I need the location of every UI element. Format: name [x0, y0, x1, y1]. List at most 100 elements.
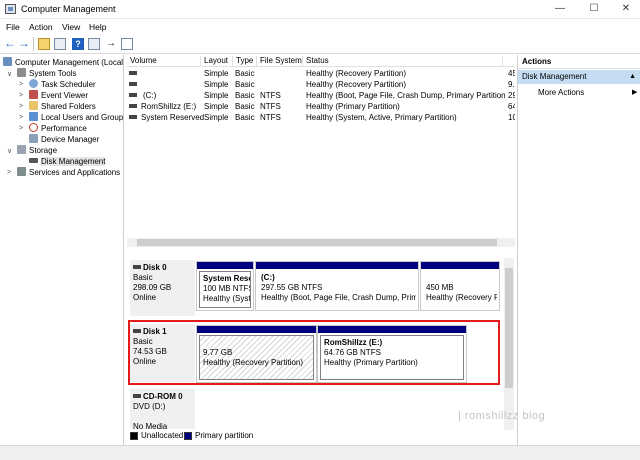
cell-status: Healthy (Recovery Partition)	[306, 69, 407, 78]
status-bar	[0, 445, 640, 460]
chevron-right-icon[interactable]: >	[7, 169, 11, 176]
performance-icon	[29, 123, 38, 132]
partition-size: 450 MB	[426, 283, 454, 292]
cell-type: Basic	[235, 80, 255, 89]
cell-volume: (C:)	[143, 91, 157, 100]
watermark: | romshillzz blog	[458, 410, 546, 422]
table-row[interactable]: RomShillzz (E:) Simple Basic NTFS Health…	[127, 102, 515, 113]
cdrom-0-info[interactable]: CD-ROM 0 DVD (D:) No Media	[130, 389, 195, 431]
console-tree-icon[interactable]	[54, 38, 66, 50]
disk-0-info[interactable]: Disk 0 Basic 298.09 GB Online	[130, 260, 195, 316]
cell-type: Basic	[235, 102, 255, 111]
partition-name: (C:)	[261, 273, 275, 282]
chevron-right-icon[interactable]: >	[19, 92, 23, 99]
table-row[interactable]: Simple Basic Healthy (Recovery Partition…	[127, 80, 515, 91]
cell-type: Basic	[235, 69, 255, 78]
window-title: Computer Management	[21, 4, 116, 14]
table-row[interactable]: System Reserved Simple Basic NTFS Health…	[127, 113, 515, 124]
properties-icon[interactable]	[88, 38, 100, 50]
tree-root[interactable]: Computer Management (Local	[3, 57, 123, 68]
chevron-down-icon[interactable]: ∨	[7, 147, 12, 155]
column-status[interactable]: Status	[303, 56, 503, 67]
volume-icon	[129, 102, 140, 111]
tree-device-manager[interactable]: Device Manager	[29, 134, 99, 145]
horizontal-scrollbar[interactable]	[127, 238, 515, 247]
actions-header: Actions	[518, 55, 640, 69]
tree-event-viewer[interactable]: Event Viewer	[29, 90, 88, 101]
maximize-button[interactable]: ☐	[580, 0, 608, 19]
partition-size: 297.55 GB NTFS	[261, 283, 323, 292]
tree-local-users[interactable]: Local Users and Groups	[29, 112, 123, 123]
column-type[interactable]: Type	[233, 56, 257, 67]
disk-type: DVD (D:)	[133, 402, 166, 411]
disk-icon	[29, 158, 38, 163]
cell-file-system: NTFS	[260, 91, 281, 100]
minimize-button[interactable]: —	[546, 0, 574, 19]
scrollbar-thumb[interactable]	[505, 268, 513, 388]
actions-section-disk-management[interactable]: Disk Management ▲	[518, 70, 640, 84]
vertical-scrollbar[interactable]	[504, 258, 514, 430]
chevron-right-icon[interactable]: >	[19, 81, 23, 88]
partition-status: Healthy (Boot, Page File, Crash Dump, Pr…	[261, 293, 416, 302]
cell-status: Healthy (Boot, Page File, Crash Dump, Pr…	[306, 91, 506, 100]
volume-icon	[129, 69, 140, 78]
menu-file[interactable]: File	[6, 22, 20, 32]
tree-disk-management[interactable]: Disk Management	[29, 156, 106, 167]
close-button[interactable]: ✕	[612, 0, 640, 19]
chevron-right-icon[interactable]: >	[19, 114, 23, 121]
more-actions-link[interactable]: More Actions	[538, 88, 584, 97]
services-icon	[17, 167, 26, 176]
back-arrow-icon[interactable]: ←	[4, 37, 16, 50]
scrollbar-thumb[interactable]	[137, 239, 497, 246]
volume-list: Volume Layout Type File System Status Si…	[127, 55, 515, 245]
partition-c[interactable]: (C:) 297.55 GB NTFS Healthy (Boot, Page …	[255, 261, 419, 311]
cell-capacity: 64	[508, 102, 515, 111]
help-icon[interactable]: ?	[72, 38, 84, 50]
chevron-right-icon[interactable]: >	[19, 103, 23, 110]
tree-storage[interactable]: Storage	[17, 145, 57, 156]
chevron-right-icon[interactable]: ▶	[632, 88, 637, 96]
export-list-icon[interactable]	[121, 38, 133, 50]
cell-type: Basic	[235, 113, 255, 122]
menu-view[interactable]: View	[62, 22, 80, 32]
disk-size: 298.09 GB	[133, 283, 172, 292]
legend: Unallocated Primary partition	[127, 430, 515, 442]
chevron-down-icon[interactable]: ∨	[7, 70, 12, 78]
column-file-system[interactable]: File System	[257, 56, 303, 67]
tree-services[interactable]: Services and Applications	[17, 167, 120, 178]
cell-status: Healthy (Recovery Partition)	[306, 80, 407, 89]
table-row[interactable]: (C:) Simple Basic NTFS Healthy (Boot, Pa…	[127, 91, 515, 102]
menu-action[interactable]: Action	[29, 22, 53, 32]
chevron-right-icon[interactable]: >	[19, 125, 23, 132]
disk-icon	[133, 265, 141, 269]
unallocated-swatch	[130, 432, 138, 440]
partition-system-reserved[interactable]: System Reser 100 MB NTFS Healthy (Syster	[196, 261, 254, 311]
console-tree: Computer Management (Local ∨ System Tool…	[0, 55, 124, 445]
partition-status: Healthy (Recovery P	[426, 293, 497, 302]
forward-arrow-icon[interactable]: →	[18, 37, 30, 50]
tree-system-tools[interactable]: System Tools	[17, 68, 76, 79]
tree-task-scheduler[interactable]: Task Scheduler	[29, 79, 96, 90]
cell-file-system: NTFS	[260, 102, 281, 111]
partition-status: Healthy (Syster	[203, 294, 251, 303]
menu-help[interactable]: Help	[89, 22, 106, 32]
up-folder-icon[interactable]	[38, 38, 50, 50]
cell-file-system: NTFS	[260, 113, 281, 122]
table-row[interactable]: Simple Basic Healthy (Recovery Partition…	[127, 69, 515, 80]
clock-icon	[29, 79, 38, 88]
partition-bar	[256, 262, 418, 269]
partition-recovery-disk0[interactable]: 450 MB Healthy (Recovery P	[420, 261, 500, 311]
volume-icon	[129, 113, 140, 122]
tree-shared-folders[interactable]: Shared Folders	[29, 101, 96, 112]
chevron-up-icon[interactable]: ▲	[629, 70, 636, 84]
tools-icon	[17, 68, 26, 77]
cell-volume: System Reserved	[141, 113, 205, 122]
actions-section-label: Disk Management	[522, 72, 587, 81]
disk-type: Basic	[133, 273, 153, 282]
column-volume[interactable]: Volume	[127, 56, 201, 67]
title-bar: Computer Management — ☐ ✕	[0, 0, 640, 19]
tree-performance[interactable]: Performance	[29, 123, 87, 134]
column-layout[interactable]: Layout	[201, 56, 233, 67]
cell-volume: RomShillzz (E:)	[141, 102, 197, 111]
connect-icon[interactable]: →	[106, 38, 118, 50]
